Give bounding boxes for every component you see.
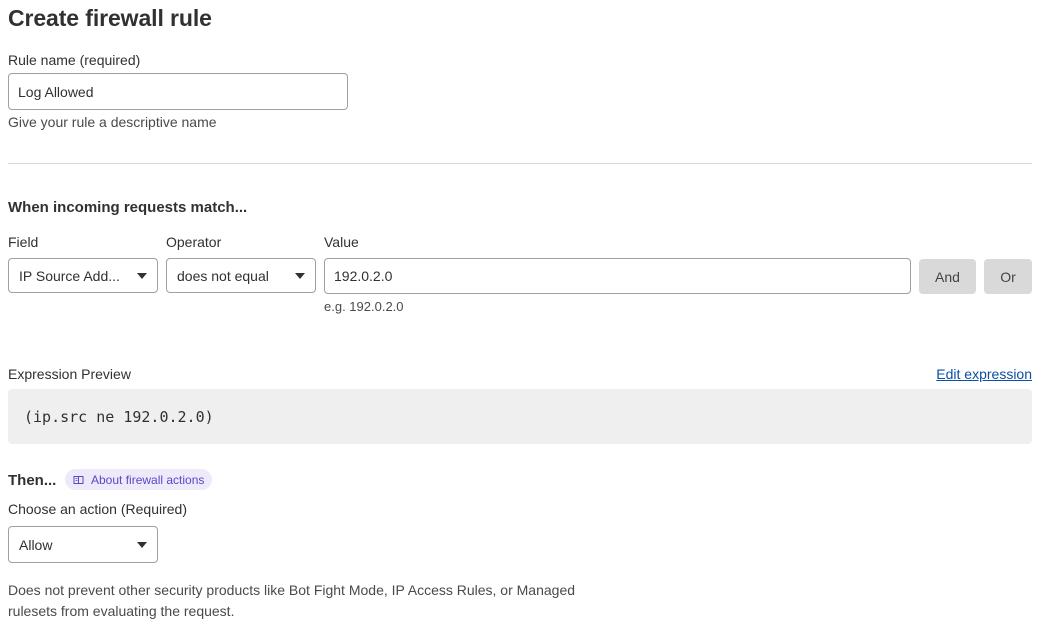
action-select[interactable]: Allow: [8, 526, 158, 563]
expression-preview-label: Expression Preview: [8, 366, 131, 382]
edit-expression-link[interactable]: Edit expression: [936, 366, 1032, 382]
action-description: Does not prevent other security products…: [8, 582, 576, 619]
caret-down-icon: [295, 272, 305, 279]
expression-text: (ip.src ne 192.0.2.0): [24, 407, 214, 426]
value-label: Value: [324, 234, 359, 250]
field-label: Field: [8, 234, 39, 250]
action-select-value: Allow: [19, 536, 53, 553]
then-heading: Then...: [8, 472, 57, 489]
operator-label: Operator: [166, 234, 222, 250]
rule-name-value: Log Allowed: [18, 83, 94, 100]
rule-name-help: Give your rule a descriptive name: [8, 114, 217, 130]
value-input[interactable]: 192.0.2.0: [324, 258, 911, 294]
action-label: Choose an action (Required): [8, 501, 187, 517]
value-help: e.g. 192.0.2.0: [324, 299, 404, 314]
book-icon: [73, 475, 84, 485]
operator-select[interactable]: does not equal: [166, 258, 316, 293]
value-input-value: 192.0.2.0: [334, 268, 393, 284]
rule-name-label: Rule name (required): [8, 52, 141, 68]
caret-down-icon: [137, 541, 147, 548]
about-firewall-actions-link[interactable]: About firewall actions: [65, 469, 213, 490]
and-button[interactable]: And: [919, 259, 976, 294]
field-select-value: IP Source Add...: [19, 267, 120, 284]
operator-select-value: does not equal: [177, 267, 269, 284]
caret-down-icon: [137, 272, 147, 279]
page-title: Create firewall rule: [8, 5, 212, 31]
match-heading: When incoming requests match...: [8, 199, 248, 216]
expression-preview-box: (ip.src ne 192.0.2.0): [8, 389, 1032, 444]
section-divider: [8, 163, 1032, 164]
field-select[interactable]: IP Source Add...: [8, 258, 158, 293]
about-firewall-actions-label: About firewall actions: [91, 472, 205, 487]
create-firewall-rule-page: Create firewall rule Rule name (required…: [0, 0, 1041, 624]
or-button[interactable]: Or: [984, 259, 1032, 294]
rule-name-input[interactable]: Log Allowed: [8, 73, 348, 110]
